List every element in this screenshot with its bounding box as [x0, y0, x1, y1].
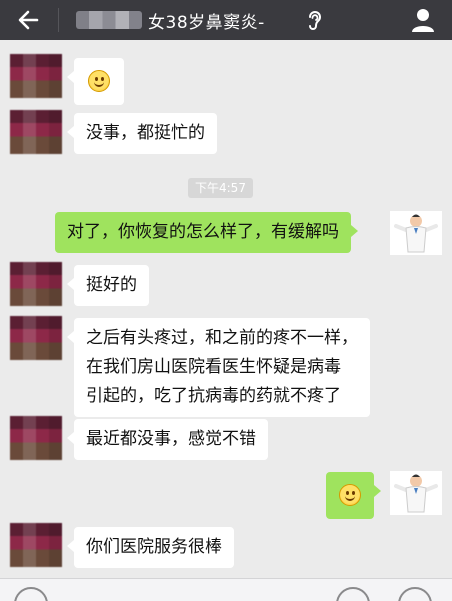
header-divider [58, 8, 59, 32]
contact-avatar[interactable] [10, 262, 62, 306]
message-text: 对了，你恢复的怎么样了，有缓解吗 [67, 222, 339, 242]
chat-title: 女38岁鼻窦炎- [76, 0, 265, 40]
ear-icon[interactable] [302, 8, 326, 32]
message-text-line: 在我们房山医院看医生怀疑是病毒 [86, 357, 341, 377]
message-bubble-received[interactable]: 之后有头疼过，和之前的疼不一样， 在我们房山医院看医生怀疑是病毒 引起的，吃了抗… [67, 318, 370, 417]
doctor-avatar[interactable] [390, 211, 442, 255]
message-bubble-sent[interactable] [326, 472, 381, 519]
message-bubble-received[interactable]: 你们医院服务很棒 [67, 527, 234, 568]
blurred-contact-name [76, 11, 142, 29]
contact-avatar[interactable] [10, 316, 62, 360]
contact-avatar[interactable] [10, 523, 62, 567]
message-text: 没事，都挺忙的 [86, 123, 205, 143]
contact-avatar[interactable] [10, 416, 62, 460]
smile-emoji-icon [88, 70, 110, 92]
voice-icon[interactable] [14, 587, 48, 601]
message-text: 你们医院服务很棒 [86, 537, 222, 557]
message-text: 挺好的 [86, 275, 137, 295]
message-text-line: 之后有头疼过，和之前的疼不一样， [86, 328, 358, 348]
emoji-icon[interactable] [336, 587, 370, 601]
chat-title-text: 女38岁鼻窦炎- [148, 12, 265, 33]
person-icon[interactable] [410, 7, 436, 33]
chat-header: 女38岁鼻窦炎- [0, 0, 452, 40]
message-text: 最近都没事，感觉不错 [86, 429, 256, 449]
plus-icon[interactable] [398, 587, 432, 601]
message-bubble-received[interactable]: 没事，都挺忙的 [67, 113, 217, 154]
arrow-left-icon[interactable] [14, 6, 42, 34]
contact-avatar[interactable] [10, 54, 62, 98]
message-bubble-received[interactable]: 挺好的 [67, 265, 149, 306]
message-bubble-received[interactable]: 最近都没事，感觉不错 [67, 419, 268, 460]
message-timestamp: 下午4:57 [188, 178, 253, 198]
message-text-line: 引起的，吃了抗病毒的药就不疼了 [86, 386, 341, 406]
smile-emoji-icon [339, 484, 361, 506]
input-bar [0, 578, 452, 601]
doctor-avatar[interactable] [390, 471, 442, 515]
contact-avatar[interactable] [10, 110, 62, 154]
message-bubble-sent[interactable]: 对了，你恢复的怎么样了，有缓解吗 [55, 212, 358, 253]
message-bubble-received[interactable] [67, 58, 124, 105]
